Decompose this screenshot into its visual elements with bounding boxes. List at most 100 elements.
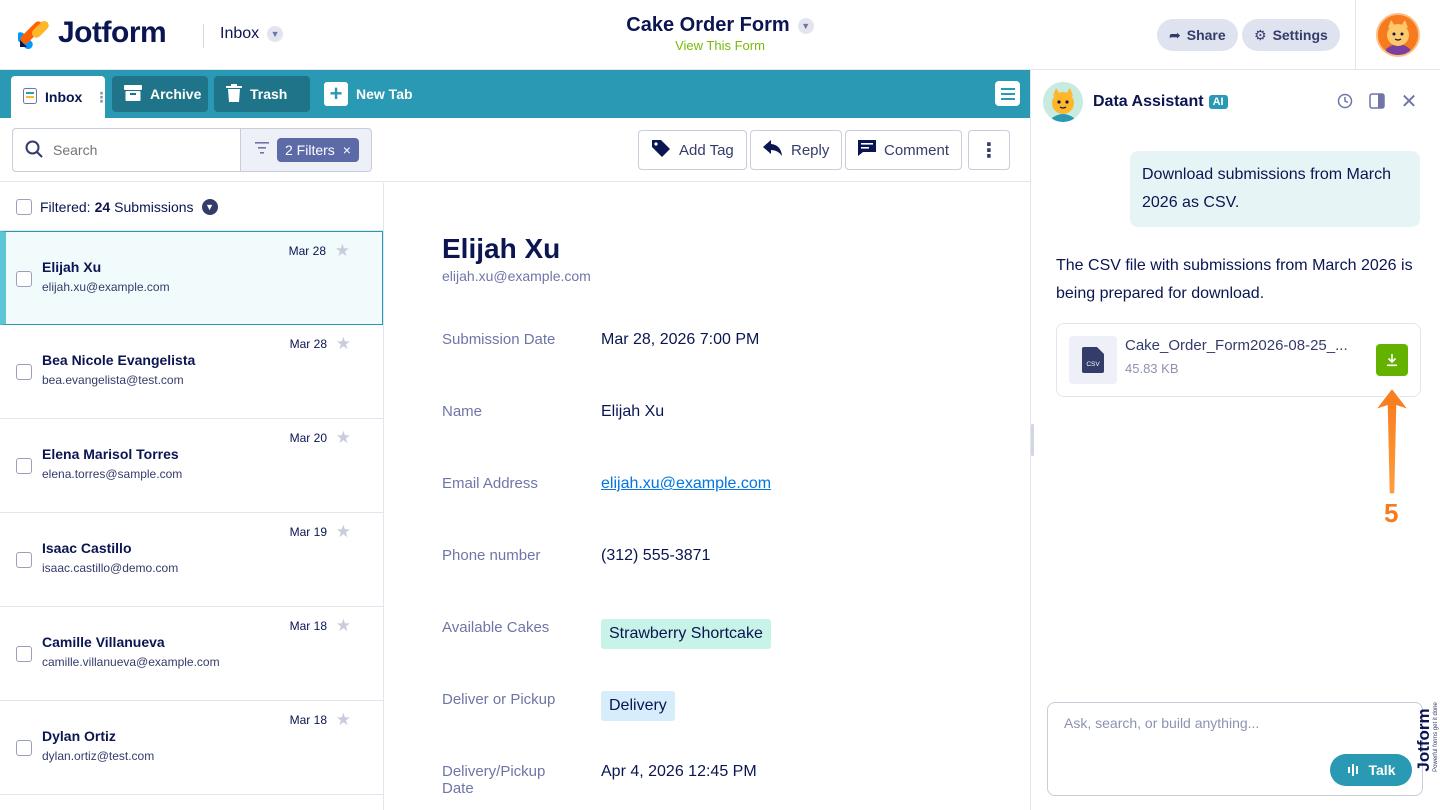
download-button[interactable] xyxy=(1376,344,1408,376)
field-value: (312) 555-3871 xyxy=(601,547,711,564)
submission-count: 24 xyxy=(94,198,111,215)
tab-inbox-label: Inbox xyxy=(45,89,83,105)
annotation-arrow-icon xyxy=(1372,386,1412,495)
submission-list: Filtered: 24 Submissions ▼ Elijah Xu eli… xyxy=(0,183,384,810)
ai-badge: AI xyxy=(1208,95,1228,109)
share-label: Share xyxy=(1186,27,1226,43)
submission-toolbar: 2 Filters × Add Tag Reply Comment ⋮ xyxy=(0,118,1030,182)
field-label: Name xyxy=(442,403,483,420)
list-item[interactable]: Isaac Castillo isaac.castillo@demo.com M… xyxy=(0,513,383,607)
tab-archive[interactable]: Archive xyxy=(112,76,208,112)
settings-label: Settings xyxy=(1272,27,1328,43)
field-label: Email Address xyxy=(442,475,538,492)
comment-label: Comment xyxy=(884,141,950,159)
star-icon[interactable]: ★ xyxy=(336,710,351,730)
row-checkbox[interactable] xyxy=(16,458,32,474)
kebab-icon[interactable]: ⋮ xyxy=(94,89,108,106)
submitter-name: Dylan Ortiz xyxy=(42,728,116,744)
new-tab-button[interactable]: + New Tab xyxy=(312,76,425,112)
assistant-title-text: Data Assistant xyxy=(1093,93,1204,110)
filters-chip-label: 2 Filters xyxy=(285,142,335,158)
inbox-icon xyxy=(23,87,37,107)
side-brand-text: Jotform xyxy=(1414,708,1433,772)
star-icon[interactable]: ★ xyxy=(336,522,351,542)
jotform-side-badge: Jotform Powerful forms get it done xyxy=(1410,690,1440,800)
settings-button[interactable]: ⚙ Settings xyxy=(1242,19,1340,51)
assistant-avatar xyxy=(1043,82,1083,122)
assistant-title: Data Assistant AI xyxy=(1093,93,1228,111)
tab-inbox[interactable]: Inbox ⋮ xyxy=(11,76,108,118)
chevron-down-icon[interactable]: ▼ xyxy=(201,198,218,215)
plus-icon: + xyxy=(324,82,348,106)
search-icon xyxy=(25,140,43,161)
cake-choice-tag: Strawberry Shortcake xyxy=(601,619,771,649)
more-vertical-icon: ⋮ xyxy=(979,139,999,162)
detail-name: Elijah Xu xyxy=(442,233,561,264)
form-title-dropdown[interactable]: Cake Order Form ▼ xyxy=(626,14,814,37)
file-size: 45.83 KB xyxy=(1125,361,1179,376)
close-icon[interactable]: × xyxy=(343,142,351,158)
submitter-email: elena.torres@sample.com xyxy=(42,467,183,481)
email-link[interactable]: elijah.xu@example.com xyxy=(601,475,771,493)
list-item[interactable]: Elijah Xu elijah.xu@example.com Mar 28 ★ xyxy=(0,231,383,325)
tab-archive-label: Archive xyxy=(150,86,202,102)
field-label: Submission Date xyxy=(442,331,556,348)
row-checkbox[interactable] xyxy=(16,364,32,380)
row-checkbox[interactable] xyxy=(16,552,32,568)
tab-trash[interactable]: Trash xyxy=(214,76,310,112)
list-item[interactable]: Elena Marisol Torres elena.torres@sample… xyxy=(0,419,383,513)
select-all-checkbox[interactable] xyxy=(16,198,32,215)
close-icon[interactable]: ✕ xyxy=(1400,91,1418,113)
list-item[interactable]: Camille Villanueva camille.villanueva@ex… xyxy=(0,607,383,701)
star-icon[interactable]: ★ xyxy=(336,616,351,636)
field-label: Deliver or Pickup xyxy=(442,691,556,708)
more-options-button[interactable]: ⋮ xyxy=(968,130,1010,170)
history-clock-icon[interactable] xyxy=(1336,92,1354,110)
inbox-tab-bar: Inbox ⋮ Archive Trash + New Tab xyxy=(0,70,1030,118)
star-icon[interactable]: ★ xyxy=(335,241,350,261)
chat-input[interactable] xyxy=(1064,715,1394,731)
add-tag-label: Add Tag xyxy=(679,141,734,159)
submission-date: Mar 28 xyxy=(289,337,327,351)
submitter-name: Camille Villanueva xyxy=(42,634,165,650)
submitter-email: bea.evangelista@test.com xyxy=(42,373,184,387)
chat-compose-box[interactable]: Talk xyxy=(1047,702,1423,796)
submission-date: Mar 18 xyxy=(289,713,327,727)
side-tagline-text: Powerful forms get it done xyxy=(1433,702,1439,772)
list-item[interactable]: Dylan Ortiz dylan.ortiz@test.com Mar 18 … xyxy=(0,701,383,795)
filters-control[interactable]: 2 Filters × xyxy=(240,128,372,172)
star-icon[interactable]: ★ xyxy=(336,334,351,354)
file-name: Cake_Order_Form2026-08-25_... xyxy=(1125,337,1348,354)
reply-button[interactable]: Reply xyxy=(750,130,843,170)
hamburger-menu-icon[interactable] xyxy=(995,81,1020,106)
row-checkbox[interactable] xyxy=(16,740,32,756)
row-checkbox[interactable] xyxy=(16,646,32,662)
submitter-email: elijah.xu@example.com xyxy=(42,280,170,294)
filtered-prefix: Filtered: xyxy=(40,198,91,215)
search-box[interactable] xyxy=(12,128,241,172)
field-label: Available Cakes xyxy=(442,619,550,636)
reply-label: Reply xyxy=(791,141,830,159)
submitter-name: Elijah Xu xyxy=(42,259,102,275)
add-tag-button[interactable]: Add Tag xyxy=(638,130,747,170)
star-icon[interactable]: ★ xyxy=(336,428,351,448)
csv-file-icon: CSV xyxy=(1069,336,1117,384)
talk-button[interactable]: Talk xyxy=(1330,754,1412,786)
panel-resize-handle[interactable] xyxy=(1031,424,1034,456)
list-item[interactable]: Bea Nicole Evangelista bea.evangelista@t… xyxy=(0,325,383,419)
comment-button[interactable]: Comment xyxy=(845,130,963,170)
search-input[interactable] xyxy=(53,142,223,158)
delivery-choice-tag: Delivery xyxy=(601,691,675,721)
field-label: Phone number xyxy=(442,547,541,564)
dock-panel-icon[interactable] xyxy=(1368,92,1386,110)
submission-detail: Elijah Xu elijah.xu@example.com Submissi… xyxy=(384,183,1030,810)
user-avatar[interactable] xyxy=(1376,13,1420,57)
tab-trash-label: Trash xyxy=(250,86,288,102)
filters-chip[interactable]: 2 Filters × xyxy=(277,138,359,162)
row-checkbox[interactable] xyxy=(16,271,32,287)
talk-label: Talk xyxy=(1368,762,1396,778)
submitter-email: dylan.ortiz@test.com xyxy=(42,749,155,763)
share-button[interactable]: ➦ Share xyxy=(1157,19,1238,51)
share-arrow-icon: ➦ xyxy=(1169,26,1181,43)
top-header: Jotform Inbox ▼ Cake Order Form ▼ View T… xyxy=(0,0,1440,70)
